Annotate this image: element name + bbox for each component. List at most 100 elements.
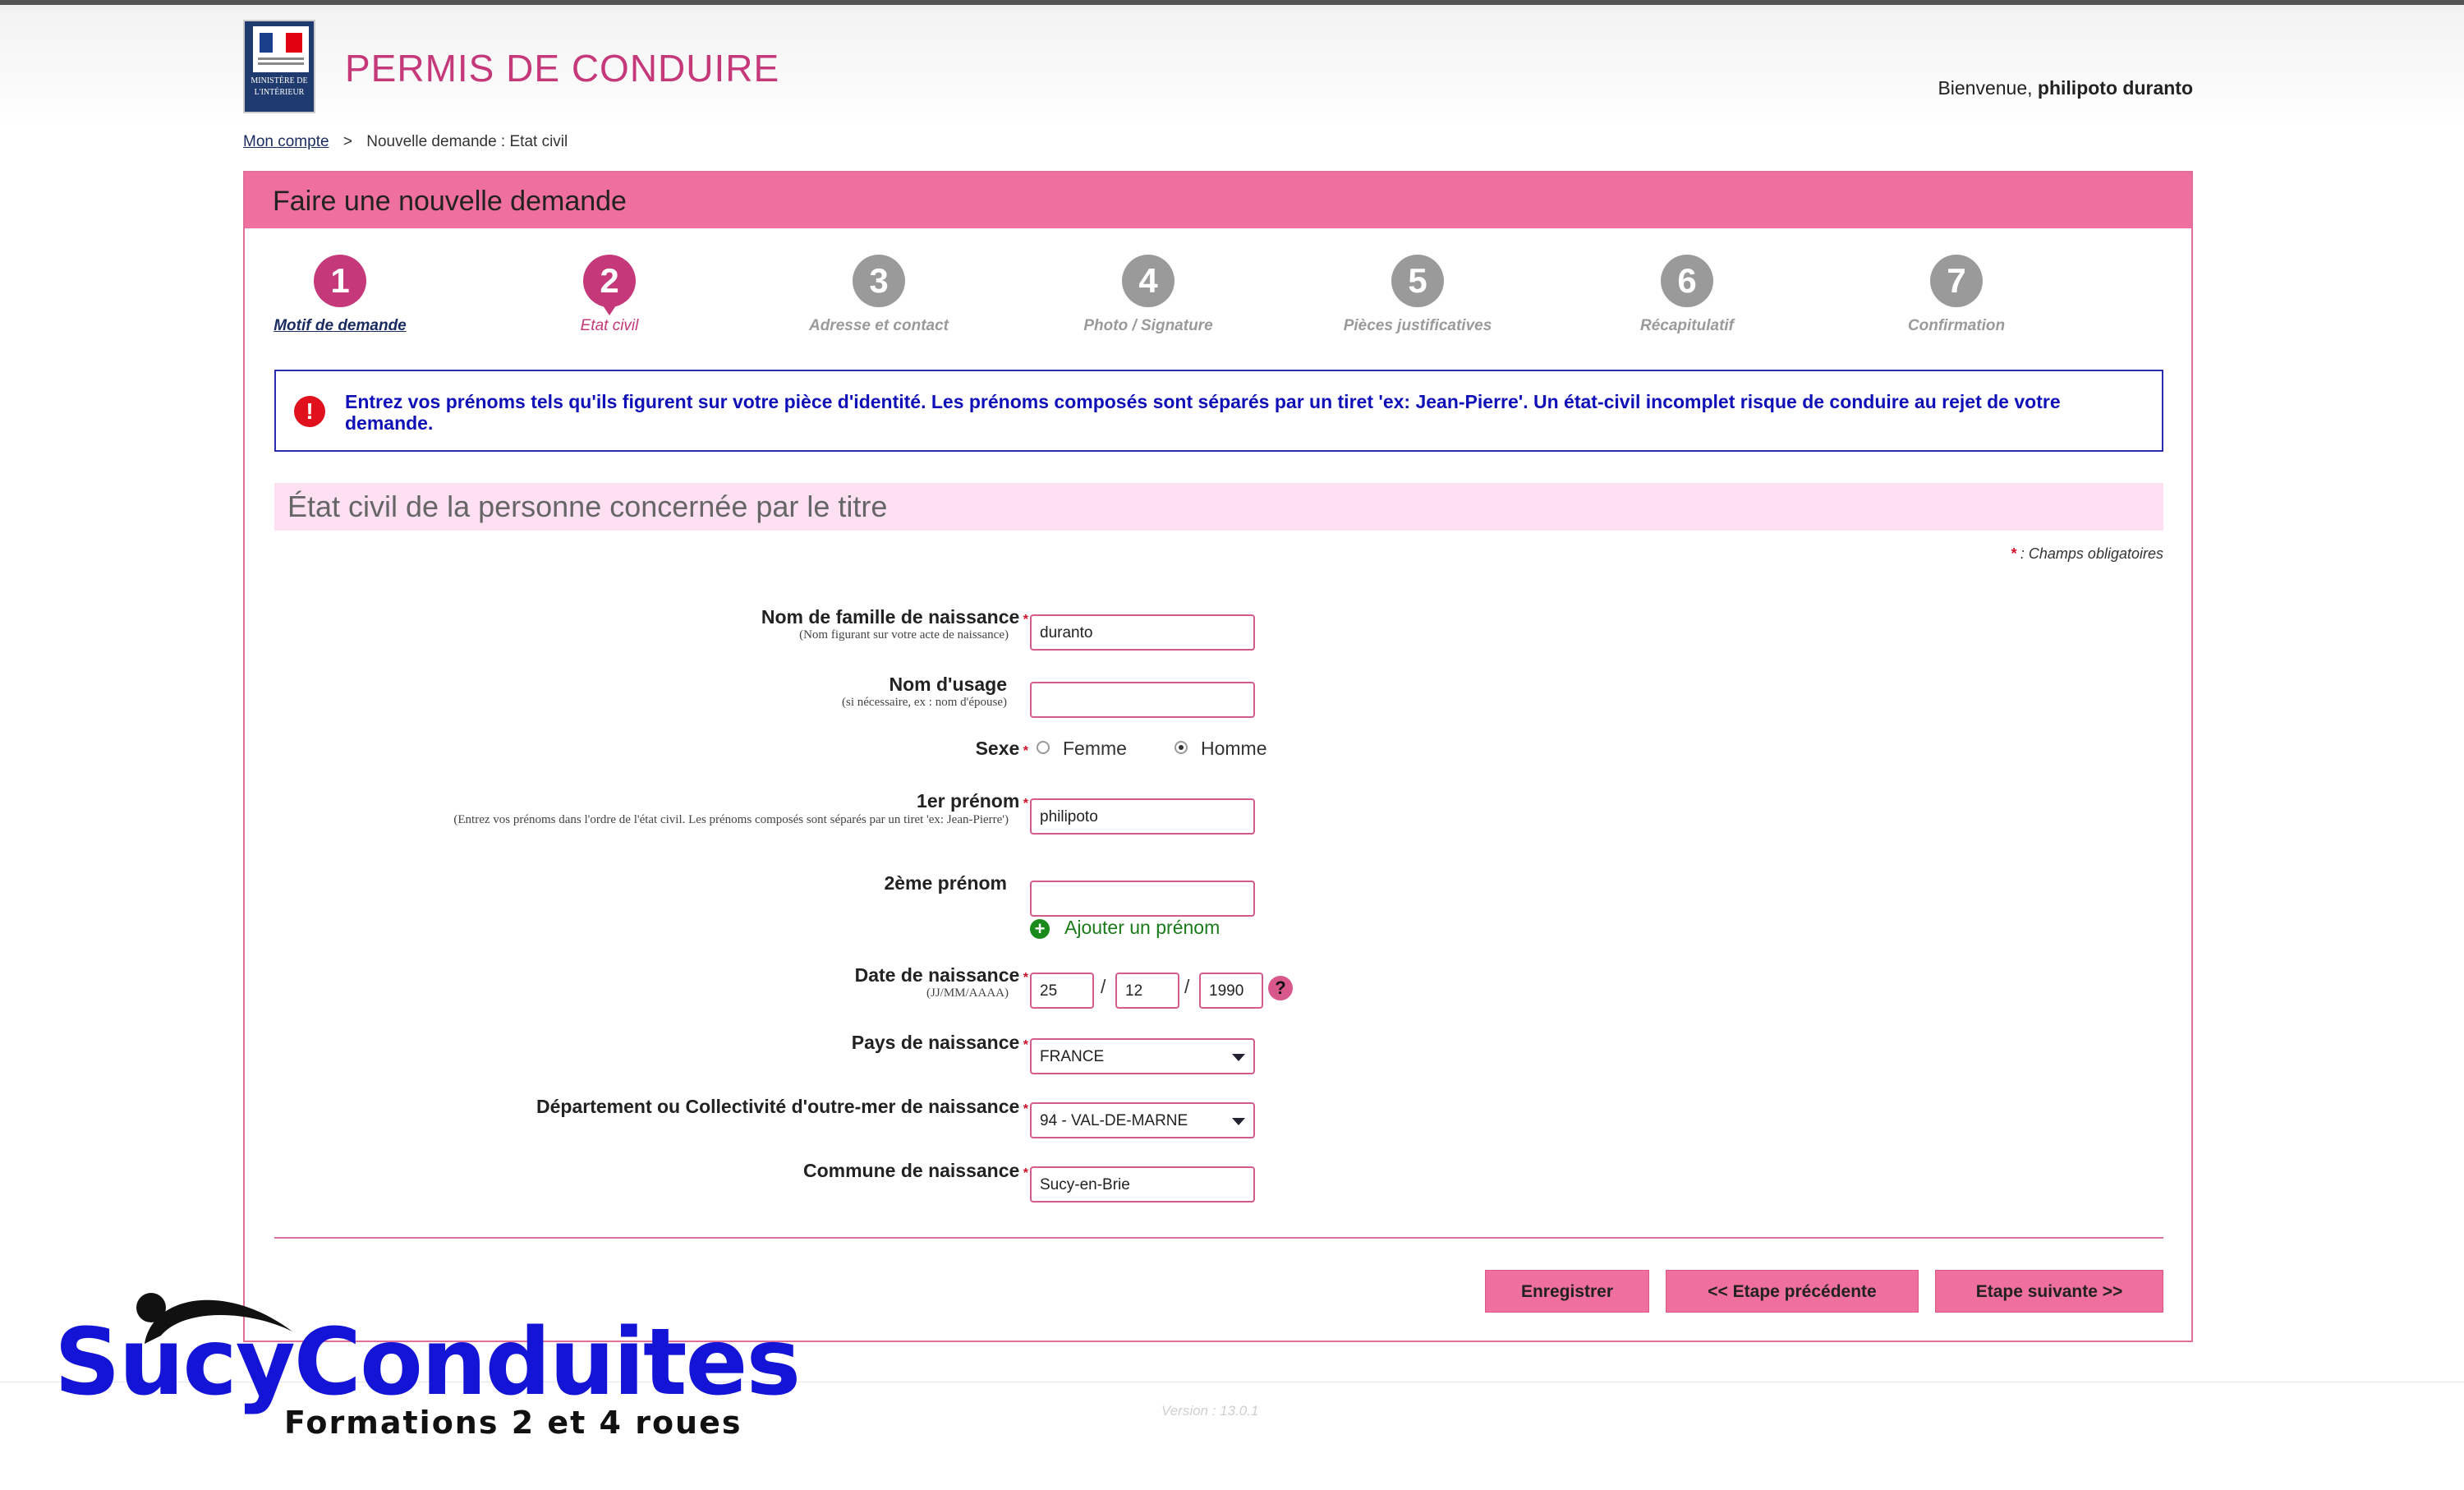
chevron-down-icon bbox=[1232, 1054, 1245, 1061]
sucyconduites-watermark: SucyConduites Formations 2 et 4 roues bbox=[54, 1286, 801, 1451]
nom-famille-input[interactable]: duranto bbox=[1030, 614, 1255, 651]
radio-femme-label[interactable]: Femme bbox=[1063, 738, 1127, 760]
step-6-label: Récapitulatif bbox=[1639, 317, 1735, 334]
logo-text: MINISTÈRE DE L'INTÉRIEUR bbox=[251, 76, 308, 97]
radio-femme[interactable] bbox=[1037, 741, 1050, 754]
marianne-flag-icon bbox=[253, 26, 309, 72]
hint-date: (JJ/MM/AAAA) bbox=[926, 986, 1009, 1000]
previous-step-button[interactable]: << Etape précédente bbox=[1666, 1270, 1919, 1313]
step-5: 5 Pièces justificatives bbox=[1283, 255, 1552, 335]
step-7-number: 7 bbox=[1930, 255, 1983, 307]
add-prenom-label[interactable]: Ajouter un prénom bbox=[1064, 917, 1220, 938]
step-7-label: Confirmation bbox=[1907, 317, 2006, 334]
hint-nom-famille: (Nom figurant sur votre acte de naissanc… bbox=[799, 628, 1009, 642]
form-divider bbox=[274, 1237, 2163, 1239]
mandatory-note: * : Champs obligatoires bbox=[2011, 545, 2163, 563]
version-label: Version : 13.0.1 bbox=[1161, 1403, 1259, 1419]
step-7: 7 Confirmation bbox=[1822, 255, 2091, 335]
departement-select-value: 94 - VAL-DE-MARNE bbox=[1040, 1112, 1188, 1129]
label-pays: Pays de naissance * bbox=[852, 1032, 1028, 1054]
step-2-number: 2 bbox=[583, 255, 636, 315]
label-departement-text: Département ou Collectivité d'outre-mer … bbox=[536, 1096, 1020, 1117]
section-title: État civil de la personne concernée par … bbox=[274, 483, 2163, 531]
breadcrumb-separator: > bbox=[342, 133, 352, 150]
step-5-label: Pièces justificatives bbox=[1343, 317, 1492, 334]
label-prenom1-text: 1er prénom bbox=[917, 790, 1020, 812]
required-star: * bbox=[1023, 744, 1028, 758]
step-6: 6 Récapitulatif bbox=[1552, 255, 1822, 335]
step-1-label[interactable]: Motif de demande bbox=[205, 317, 475, 335]
label-sexe: Sexe * bbox=[976, 738, 1028, 760]
label-nom-usage-text: Nom d'usage bbox=[889, 674, 1008, 695]
step-1-number: 1 bbox=[314, 255, 366, 307]
label-nom-famille-text: Nom de famille de naissance bbox=[761, 606, 1020, 628]
pays-select-value: FRANCE bbox=[1040, 1048, 1105, 1065]
stepper: 1 Motif de demande 2 Etat civil 3 Adress… bbox=[245, 255, 2191, 345]
date-year-input[interactable]: 1990 bbox=[1199, 973, 1263, 1009]
label-departement: Département ou Collectivité d'outre-mer … bbox=[536, 1096, 1028, 1118]
date-day-input[interactable]: 25 bbox=[1030, 973, 1094, 1009]
step-4: 4 Photo / Signature bbox=[1014, 255, 1283, 335]
label-commune-text: Commune de naissance bbox=[803, 1160, 1020, 1181]
commune-input[interactable]: Sucy-en-Brie bbox=[1030, 1166, 1255, 1203]
pays-select[interactable]: FRANCE bbox=[1030, 1038, 1255, 1074]
alert-text: Entrez vos prénoms tels qu'ils figurent … bbox=[345, 391, 2061, 434]
required-star: * bbox=[1023, 797, 1028, 811]
welcome-message: Bienvenue, philipoto duranto bbox=[1938, 77, 2193, 99]
required-star: * bbox=[1023, 613, 1028, 627]
step-3: 3 Adresse et contact bbox=[744, 255, 1014, 335]
plus-icon: + bbox=[1030, 918, 1050, 939]
step-3-number: 3 bbox=[853, 255, 905, 307]
next-step-button[interactable]: Etape suivante >> bbox=[1935, 1270, 2163, 1313]
request-panel: Faire une nouvelle demande 1 Motif de de… bbox=[243, 171, 2193, 1342]
step-2-label: Etat civil bbox=[580, 317, 639, 334]
nom-usage-input[interactable] bbox=[1030, 682, 1255, 718]
step-4-label: Photo / Signature bbox=[1083, 317, 1213, 334]
hint-nom-usage: (si nécessaire, ex : nom d'épouse) bbox=[842, 696, 1007, 709]
step-3-label: Adresse et contact bbox=[808, 317, 949, 334]
welcome-prefix: Bienvenue, bbox=[1938, 77, 2033, 99]
departement-select[interactable]: 94 - VAL-DE-MARNE bbox=[1030, 1102, 1255, 1138]
info-alert: ! Entrez vos prénoms tels qu'ils figuren… bbox=[274, 370, 2163, 452]
breadcrumb: Mon compte > Nouvelle demande : Etat civ… bbox=[243, 133, 568, 151]
step-2: 2 Etat civil bbox=[475, 255, 744, 335]
breadcrumb-account-link[interactable]: Mon compte bbox=[243, 133, 329, 150]
watermark-brand: SucyConduites bbox=[54, 1309, 801, 1416]
chevron-down-icon bbox=[1232, 1118, 1245, 1125]
breadcrumb-current: Nouvelle demande : Etat civil bbox=[366, 133, 568, 150]
add-prenom-link[interactable]: + Ajouter un prénom bbox=[1030, 917, 1220, 939]
radio-homme[interactable] bbox=[1175, 741, 1188, 754]
step-1[interactable]: 1 Motif de demande bbox=[205, 255, 475, 335]
user-name: philipoto duranto bbox=[2037, 77, 2193, 99]
ministry-logo: MINISTÈRE DE L'INTÉRIEUR bbox=[243, 20, 315, 113]
alert-exclamation-icon: ! bbox=[294, 396, 325, 427]
radio-homme-label[interactable]: Homme bbox=[1201, 738, 1267, 760]
label-commune: Commune de naissance * bbox=[803, 1160, 1028, 1182]
label-date-naissance: Date de naissance * (JJ/MM/AAAA) bbox=[855, 964, 1028, 1000]
mandatory-note-text: : Champs obligatoires bbox=[2020, 545, 2163, 562]
help-icon[interactable]: ? bbox=[1268, 976, 1293, 1000]
prenom1-input[interactable]: philipoto bbox=[1030, 798, 1255, 835]
date-month-input[interactable]: 12 bbox=[1115, 973, 1179, 1009]
step-6-number: 6 bbox=[1661, 255, 1713, 307]
hint-prenom1: (Entrez vos prénoms dans l'ordre de l'ét… bbox=[453, 813, 1009, 826]
required-star: * bbox=[1023, 1166, 1028, 1180]
app-title: PERMIS DE CONDUIRE bbox=[345, 47, 780, 90]
label-prenom2: 2ème prénom bbox=[884, 872, 1007, 894]
label-prenom1: 1er prénom * (Entrez vos prénoms dans l'… bbox=[302, 790, 1028, 828]
watermark-tagline: Formations 2 et 4 roues bbox=[284, 1405, 742, 1441]
required-star: * bbox=[1023, 1102, 1028, 1116]
required-star: * bbox=[1023, 971, 1028, 985]
panel-title: Faire une nouvelle demande bbox=[245, 172, 2191, 228]
label-nom-usage: Nom d'usage (si nécessaire, ex : nom d'é… bbox=[842, 674, 1007, 710]
label-nom-famille: Nom de famille de naissance * (Nom figur… bbox=[761, 606, 1028, 642]
step-4-number: 4 bbox=[1122, 255, 1175, 307]
save-button[interactable]: Enregistrer bbox=[1485, 1270, 1649, 1313]
label-date-text: Date de naissance bbox=[854, 964, 1020, 986]
mandatory-star: * bbox=[2010, 545, 2016, 562]
date-separator: / bbox=[1184, 976, 1190, 997]
prenom2-input[interactable] bbox=[1030, 881, 1255, 917]
required-star: * bbox=[1023, 1038, 1028, 1052]
step-5-number: 5 bbox=[1391, 255, 1444, 307]
label-pays-text: Pays de naissance bbox=[851, 1032, 1020, 1053]
